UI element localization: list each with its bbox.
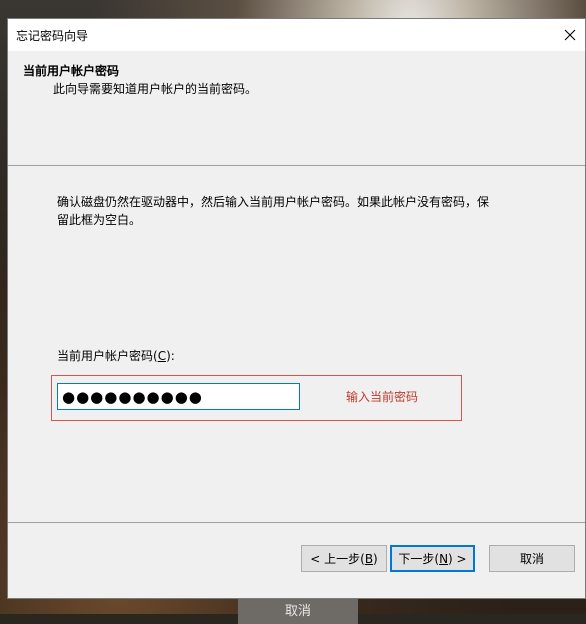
password-input[interactable] [57, 383, 300, 410]
password-label-accesskey: C [157, 349, 167, 363]
next-button-accesskey: N [439, 551, 449, 566]
wizard-dialog: 忘记密码向导 当前用户帐户密码 此向导需要知道用户帐户的当前密码。 确认磁盘仍然… [7, 18, 586, 599]
footer-divider [8, 522, 585, 523]
next-button[interactable]: 下一步(N) > [390, 545, 475, 572]
next-button-suffix: ) > [448, 551, 467, 566]
page-title: 当前用户帐户密码 [23, 64, 120, 78]
cancel-button[interactable]: 取消 [489, 545, 575, 572]
password-label-prefix: 当前用户帐户密码( [57, 349, 158, 363]
back-button-suffix: ) [373, 551, 378, 566]
window-title: 忘记密码向导 [16, 29, 89, 43]
close-button[interactable] [555, 19, 585, 51]
close-icon [564, 29, 576, 41]
next-button-prefix: 下一步( [398, 552, 440, 566]
instruction-text: 确认磁盘仍然在驱动器中，然后输入当前用户帐户密码。如果此帐户没有密码，保留此框为… [57, 195, 490, 227]
password-label-suffix: ): [166, 349, 175, 363]
annotation-hint: 输入当前密码 [346, 390, 419, 404]
header-divider [8, 165, 585, 166]
page-subtitle: 此向导需要知道用户帐户的当前密码。 [53, 82, 258, 96]
wizard-header: 当前用户帐户密码 此向导需要知道用户帐户的当前密码。 [8, 51, 585, 165]
back-button[interactable]: < 上一步(B) [301, 545, 387, 572]
password-label: 当前用户帐户密码(C): [57, 347, 175, 364]
title-bar: 忘记密码向导 [8, 19, 585, 51]
back-button-prefix: < 上一步( [310, 552, 365, 566]
back-button-accesskey: B [364, 551, 374, 566]
